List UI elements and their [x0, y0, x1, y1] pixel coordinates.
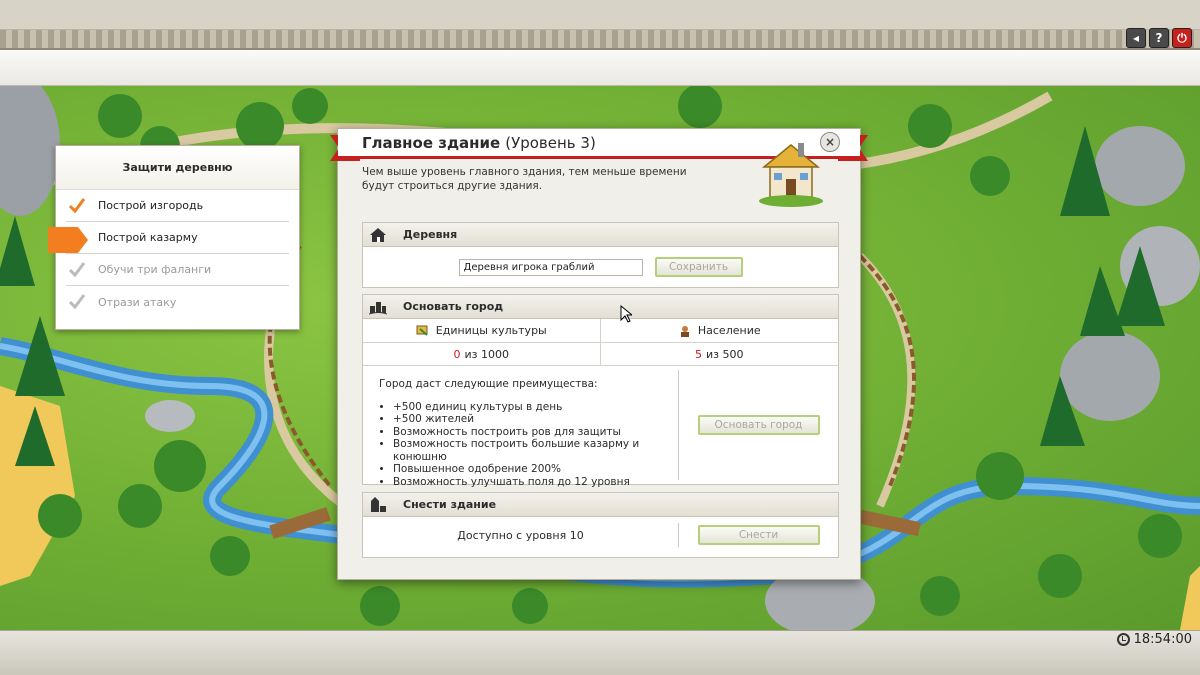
- main-building-dialog: Главное здание (Уровень 3) × Чем выше ур…: [330, 128, 868, 580]
- culture-icon: [416, 325, 428, 336]
- demolish-header-label: Снести здание: [403, 498, 497, 511]
- culture-current: 0: [453, 347, 461, 361]
- clock-icon: [1116, 632, 1130, 646]
- top-buttons: ◂ ? ⏻: [1126, 28, 1192, 48]
- quest-item-label: Отрази атаку: [98, 295, 177, 309]
- save-button[interactable]: Сохранить: [654, 257, 743, 277]
- city-icon: [369, 302, 387, 315]
- quest-item-label: Построй казарму: [98, 231, 198, 244]
- sound-icon[interactable]: ◂: [1126, 28, 1146, 48]
- building-description: Чем выше уровень главного здания, тем ме…: [362, 166, 687, 192]
- demolish-section: Снести здание Доступно с уровня 10 Снест…: [362, 492, 839, 558]
- population-icon: [680, 325, 689, 337]
- main-building-image: [759, 143, 823, 207]
- city-benefits: Город даст следующие преимущества: +500 …: [363, 370, 679, 488]
- village-name-input[interactable]: [458, 258, 643, 276]
- demolish-icon: [371, 497, 386, 512]
- demolish-button[interactable]: Снести: [697, 525, 820, 545]
- dialog-title-name: Главное здание: [362, 133, 501, 152]
- found-city-header: Основать город: [363, 295, 838, 319]
- culture-label: Единицы культуры: [435, 324, 547, 337]
- server-clock: 18:54:00: [1116, 631, 1192, 647]
- demolish-header: Снести здание: [363, 493, 838, 517]
- village-section: Деревня Сохранить: [362, 222, 839, 288]
- house-icon: [370, 228, 386, 242]
- culture-value: 0 из 1000: [363, 343, 601, 365]
- top-decor-border: [0, 30, 1200, 50]
- quest-item-fence[interactable]: Построй изгородь: [66, 190, 289, 222]
- city-requirements: Единицы культуры Население 0 из 1000 5 и…: [363, 319, 838, 366]
- found-city-header-label: Основать город: [403, 300, 504, 313]
- quest-item-label: Построй изгородь: [98, 199, 204, 212]
- population-required: из 500: [706, 347, 744, 361]
- mouse-cursor-icon: [620, 305, 632, 323]
- check-icon: [69, 198, 85, 213]
- benefit-item: Возможность улучшать поля до 12 уровня: [393, 476, 678, 489]
- demolish-availability: Доступно с уровня 10: [363, 523, 679, 547]
- clock-time: 18:54:00: [1133, 631, 1192, 647]
- benefit-item: Возможность построить большие казарму и …: [393, 438, 678, 463]
- quest-panel: Защити деревню Построй изгородь Построй …: [48, 145, 300, 330]
- culture-column-header: Единицы культуры: [363, 319, 601, 343]
- dialog-title-level: (Уровень 3): [505, 133, 596, 152]
- power-icon[interactable]: ⏻: [1172, 28, 1192, 48]
- benefit-item: +500 единиц культуры в день: [393, 401, 678, 414]
- benefit-item: Повышенное одобрение 200%: [393, 463, 678, 476]
- found-city-section: Основать город Единицы культуры Населени…: [362, 294, 839, 488]
- benefit-item: Возможность построить ров для защиты: [393, 426, 678, 439]
- population-label: Население: [697, 324, 761, 337]
- check-icon: [69, 294, 85, 309]
- culture-required: из 1000: [464, 347, 510, 361]
- population-current: 5: [695, 347, 702, 361]
- check-icon: [69, 262, 85, 277]
- benefits-intro: Город даст следующие преимущества:: [379, 378, 598, 390]
- population-value: 5 из 500: [601, 343, 839, 365]
- quest-item-label: Обучи три фаланги: [98, 263, 212, 276]
- quest-item-phalanx[interactable]: Обучи три фаланги: [66, 254, 289, 286]
- village-header-label: Деревня: [403, 228, 458, 241]
- top-bar: [0, 0, 1200, 30]
- village-header: Деревня: [363, 223, 838, 247]
- bottom-bar: 18:54:00: [0, 630, 1200, 675]
- population-column-header: Население: [600, 319, 838, 343]
- benefit-item: +500 жителей: [393, 413, 678, 426]
- quest-item-barracks[interactable]: Построй казарму: [66, 222, 289, 254]
- quest-title: Защити деревню: [56, 146, 299, 190]
- help-icon[interactable]: ?: [1149, 28, 1169, 48]
- found-city-button[interactable]: Основать город: [697, 415, 820, 435]
- quest-item-attack[interactable]: Отрази атаку: [66, 286, 289, 318]
- top-strip: [0, 50, 1200, 86]
